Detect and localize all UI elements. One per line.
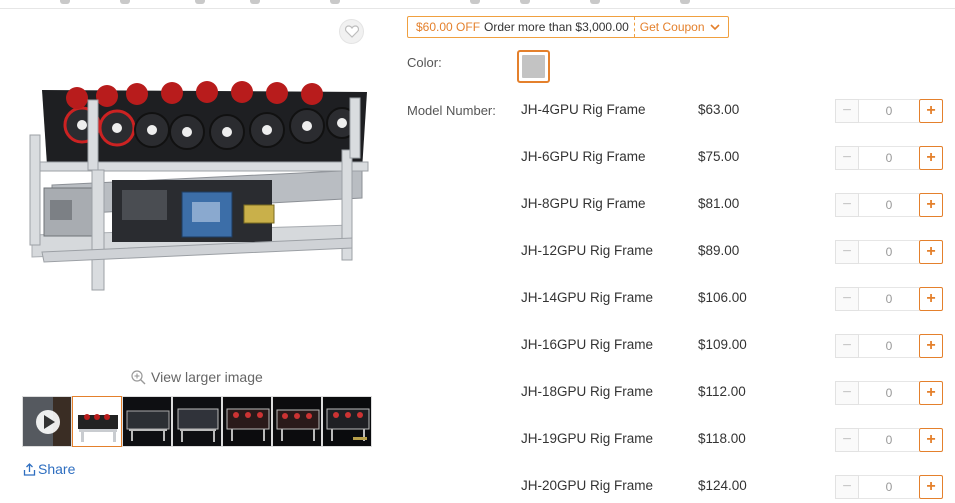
- increase-quantity-button[interactable]: +: [919, 428, 943, 452]
- model-name: JH-12GPU Rig Frame: [521, 243, 654, 258]
- model-row: JH-14GPU Rig Frame$106.00−+: [521, 287, 951, 311]
- quantity-stepper: −+: [835, 475, 943, 499]
- favorite-button[interactable]: [339, 19, 364, 44]
- decrease-quantity-button[interactable]: −: [835, 428, 859, 452]
- model-row: JH-20GPU Rig Frame$124.00−+: [521, 475, 951, 499]
- quantity-input[interactable]: [859, 381, 919, 405]
- quantity-input[interactable]: [859, 99, 919, 123]
- quantity-input[interactable]: [859, 475, 919, 499]
- model-price: $81.00: [698, 196, 740, 211]
- share-label: Share: [38, 461, 76, 477]
- model-name: JH-19GPU Rig Frame: [521, 431, 654, 446]
- quantity-stepper: −+: [835, 334, 943, 358]
- view-larger-image-link[interactable]: View larger image: [131, 369, 263, 385]
- share-link[interactable]: Share: [23, 461, 75, 477]
- model-row: JH-18GPU Rig Frame$112.00−+: [521, 381, 951, 405]
- coupon-banner: $60.00 OFF Order more than $3,000.00 Get…: [407, 16, 729, 38]
- quantity-stepper: −+: [835, 99, 943, 123]
- thumbnail-image[interactable]: [172, 396, 222, 447]
- quantity-input[interactable]: [859, 146, 919, 170]
- chevron-down-icon: [709, 23, 720, 30]
- model-name: JH-16GPU Rig Frame: [521, 337, 654, 352]
- decrease-quantity-button[interactable]: −: [835, 334, 859, 358]
- increase-quantity-button[interactable]: +: [919, 334, 943, 358]
- thumbnail-image[interactable]: [222, 396, 272, 447]
- model-name: JH-8GPU Rig Frame: [521, 196, 646, 211]
- model-price: $109.00: [698, 337, 747, 352]
- increase-quantity-button[interactable]: +: [919, 240, 943, 264]
- model-price: $112.00: [698, 384, 746, 399]
- color-label: Color:: [407, 55, 442, 70]
- coupon-discount: $60.00 OFF: [416, 20, 481, 34]
- zoom-in-icon: [131, 369, 146, 384]
- model-row: JH-8GPU Rig Frame$81.00−+: [521, 193, 951, 217]
- quantity-input[interactable]: [859, 334, 919, 358]
- model-price: $75.00: [698, 149, 740, 164]
- decrease-quantity-button[interactable]: −: [835, 99, 859, 123]
- quantity-stepper: −+: [835, 240, 943, 264]
- color-swatch-silver[interactable]: [517, 50, 550, 83]
- model-row: JH-6GPU Rig Frame$75.00−+: [521, 146, 951, 170]
- model-price: $124.00: [698, 478, 747, 493]
- decrease-quantity-button[interactable]: −: [835, 381, 859, 405]
- thumbnail-image[interactable]: [272, 396, 322, 447]
- view-larger-label: View larger image: [151, 369, 263, 385]
- quantity-stepper: −+: [835, 287, 943, 311]
- heart-icon: [344, 25, 359, 38]
- model-name: JH-18GPU Rig Frame: [521, 384, 654, 399]
- model-name: JH-20GPU Rig Frame: [521, 478, 654, 493]
- share-icon: [23, 462, 36, 476]
- quantity-input[interactable]: [859, 240, 919, 264]
- decrease-quantity-button[interactable]: −: [835, 146, 859, 170]
- decrease-quantity-button[interactable]: −: [835, 193, 859, 217]
- quantity-stepper: −+: [835, 146, 943, 170]
- thumbnail-image[interactable]: [322, 396, 372, 447]
- decrease-quantity-button[interactable]: −: [835, 287, 859, 311]
- model-price: $89.00: [698, 243, 740, 258]
- model-number-label: Model Number:: [407, 103, 496, 118]
- model-price: $118.00: [698, 431, 746, 446]
- increase-quantity-button[interactable]: +: [919, 193, 943, 217]
- model-name: JH-6GPU Rig Frame: [521, 149, 646, 164]
- quantity-stepper: −+: [835, 428, 943, 452]
- model-name: JH-4GPU Rig Frame: [521, 102, 646, 117]
- main-product-image[interactable]: [22, 20, 374, 360]
- increase-quantity-button[interactable]: +: [919, 381, 943, 405]
- thumbnail-image[interactable]: [122, 396, 172, 447]
- quantity-stepper: −+: [835, 381, 943, 405]
- model-price: $106.00: [698, 290, 747, 305]
- get-coupon-label: Get Coupon: [639, 20, 705, 34]
- model-name: JH-14GPU Rig Frame: [521, 290, 654, 305]
- model-price: $63.00: [698, 102, 740, 117]
- coupon-condition: Order more than $3,000.00: [480, 17, 635, 37]
- thumbnail-image[interactable]: [72, 396, 122, 447]
- increase-quantity-button[interactable]: +: [919, 99, 943, 123]
- mining-rig-image: [29, 81, 369, 291]
- model-row: JH-16GPU Rig Frame$109.00−+: [521, 334, 951, 358]
- increase-quantity-button[interactable]: +: [919, 146, 943, 170]
- model-row: JH-19GPU Rig Frame$118.00−+: [521, 428, 951, 452]
- quantity-input[interactable]: [859, 428, 919, 452]
- play-icon: [23, 397, 71, 446]
- decrease-quantity-button[interactable]: −: [835, 240, 859, 264]
- thumbnail-video[interactable]: [22, 396, 72, 447]
- increase-quantity-button[interactable]: +: [919, 475, 943, 499]
- increase-quantity-button[interactable]: +: [919, 287, 943, 311]
- quantity-input[interactable]: [859, 193, 919, 217]
- quantity-stepper: −+: [835, 193, 943, 217]
- top-strip: [0, 0, 955, 9]
- get-coupon-button[interactable]: Get Coupon: [635, 20, 728, 34]
- thumbnail-strip: [22, 396, 372, 447]
- quantity-input[interactable]: [859, 287, 919, 311]
- model-row: JH-4GPU Rig Frame$63.00−+: [521, 99, 951, 123]
- decrease-quantity-button[interactable]: −: [835, 475, 859, 499]
- model-row: JH-12GPU Rig Frame$89.00−+: [521, 240, 951, 264]
